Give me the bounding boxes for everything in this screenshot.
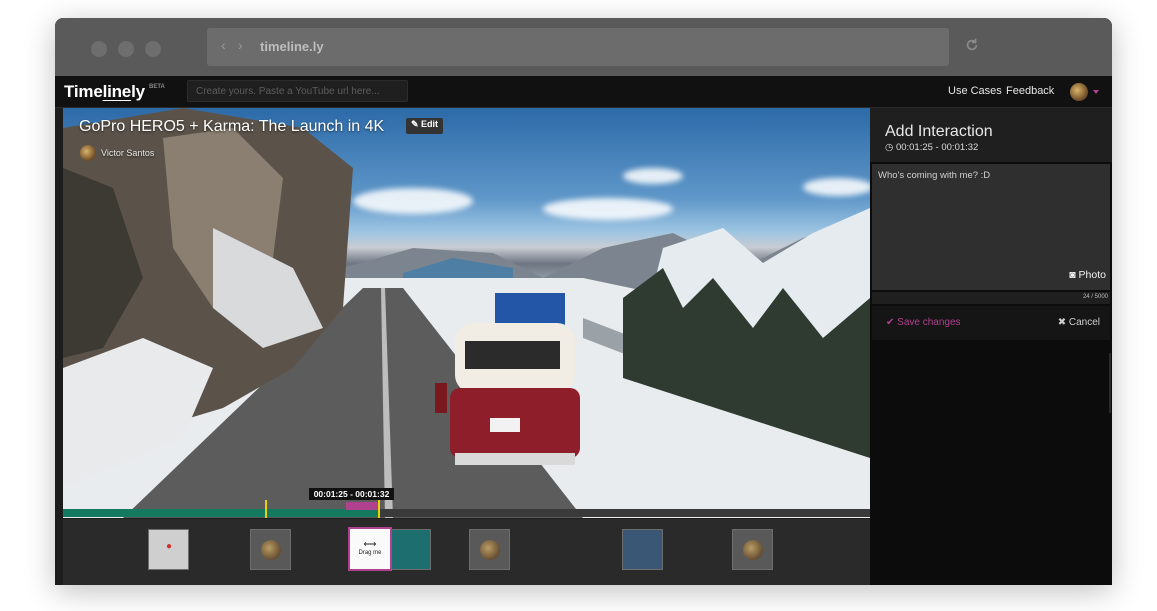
user-avatar[interactable] — [1070, 83, 1088, 101]
window-zoom-dot[interactable] — [145, 41, 161, 57]
back-icon[interactable]: ‹ — [221, 37, 226, 53]
character-counter: 24 / 5000 — [872, 292, 1110, 304]
forward-icon[interactable]: › — [238, 37, 243, 53]
camera-icon: ◙ — [1069, 269, 1076, 281]
video-title: GoPro HERO5 + Karma: The Launch in 4K — [79, 118, 385, 135]
author-avatar — [80, 145, 96, 161]
window-minimize-dot[interactable] — [118, 41, 134, 57]
add-photo-button[interactable]: ◙ Photo — [1069, 269, 1106, 281]
interaction-thumbnail[interactable] — [250, 529, 291, 570]
drag-arrows-icon: ⟷ — [363, 539, 377, 549]
panel-actions: ✔ Save changes ✖ Cancel — [872, 306, 1110, 340]
url-text: timeline.ly — [260, 39, 324, 54]
address-bar[interactable]: ‹ › timeline.ly — [207, 28, 949, 66]
interaction-range-handle[interactable] — [346, 502, 378, 510]
avatar-icon — [261, 540, 281, 560]
timeline-progress — [63, 509, 379, 517]
interaction-thumbnail[interactable] — [390, 529, 431, 570]
cloud — [623, 168, 683, 184]
timeline-scrubber[interactable] — [63, 500, 870, 518]
panel-time-range: ◷ 00:01:25 - 00:01:32 — [885, 142, 979, 153]
timeline-marker[interactable] — [378, 500, 380, 518]
map-pin-icon: ● — [166, 541, 173, 552]
interaction-thumbnail[interactable] — [732, 529, 773, 570]
panel-scrollbar[interactable] — [1109, 353, 1111, 413]
range-tooltip: 00:01:25 - 00:01:32 — [309, 488, 394, 500]
beta-badge: BETA — [149, 84, 165, 90]
nav-feedback[interactable]: Feedback — [1006, 85, 1054, 97]
check-icon: ✔ — [886, 317, 895, 328]
video-player[interactable]: GoPro HERO5 + Karma: The Launch in 4K ✎ … — [63, 108, 870, 518]
browser-window: ‹ › timeline.ly Timelinely BETA Create y… — [55, 18, 1112, 585]
photo-thumbnail[interactable] — [622, 529, 663, 570]
user-menu-caret-icon[interactable] — [1093, 90, 1099, 94]
reload-icon[interactable] — [965, 38, 979, 52]
avatar-icon — [743, 540, 763, 560]
edit-title-button[interactable]: ✎ Edit — [406, 118, 444, 134]
map-pin-thumbnail[interactable]: ● — [148, 529, 189, 570]
youtube-url-input[interactable]: Create yours. Paste a YouTube url here..… — [187, 80, 408, 102]
add-interaction-panel: Add Interaction ◷ 00:01:25 - 00:01:32 Wh… — [870, 108, 1112, 585]
browser-chrome: ‹ › timeline.ly — [55, 18, 1112, 76]
nav-use-cases[interactable]: Use Cases — [948, 85, 1002, 97]
author-name[interactable]: Victor Santos — [101, 148, 154, 158]
app-logo[interactable]: Timelinely — [64, 82, 145, 102]
interaction-thumbnail[interactable] — [469, 529, 510, 570]
panel-header: Add Interaction ◷ 00:01:25 - 00:01:32 — [870, 108, 1112, 162]
rock-cliff — [63, 108, 353, 488]
window-close-dot[interactable] — [91, 41, 107, 57]
interaction-thumbnails: ● ⟷ Drag me — [63, 519, 870, 585]
vw-van — [435, 293, 580, 465]
save-changes-button[interactable]: ✔ Save changes — [886, 317, 961, 328]
avatar-icon — [480, 540, 500, 560]
cancel-button[interactable]: ✖ Cancel — [1058, 317, 1100, 328]
app-header: Timelinely BETA Create yours. Paste a Yo… — [55, 76, 1112, 108]
cloud — [803, 178, 870, 196]
panel-title: Add Interaction — [885, 123, 993, 140]
drag-me-thumbnail[interactable]: ⟷ Drag me — [348, 527, 392, 571]
close-icon: ✖ — [1057, 317, 1067, 328]
timeline-marker[interactable] — [265, 500, 267, 518]
